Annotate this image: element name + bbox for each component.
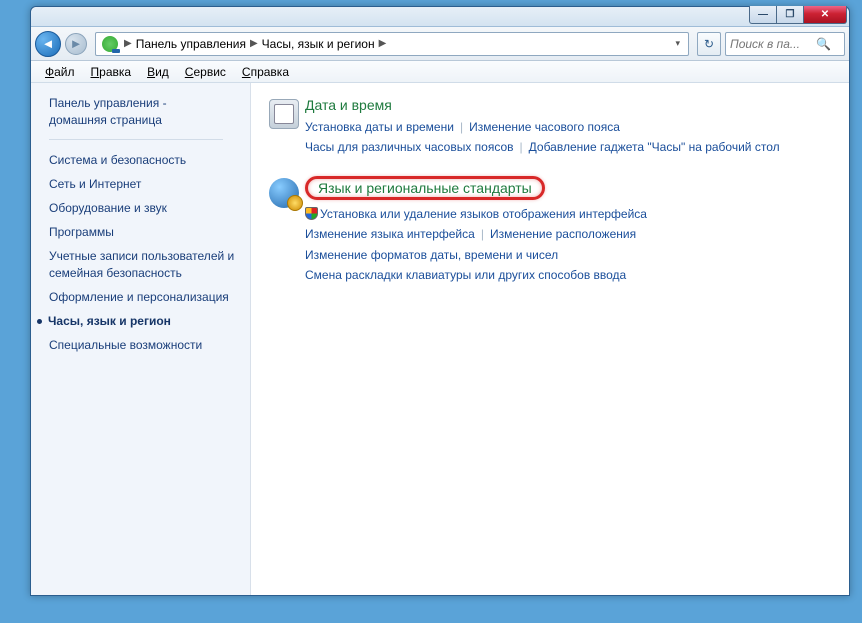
close-button[interactable]: ✕: [803, 6, 847, 24]
refresh-button[interactable]: ↻: [697, 32, 721, 56]
sidebar-item[interactable]: Специальные возможности: [49, 333, 244, 357]
sidebar-item[interactable]: Оформление и персонализация: [49, 285, 244, 309]
content-area: Дата и времяУстановка даты и времени|Изм…: [251, 83, 849, 595]
menu-file[interactable]: Файл: [37, 63, 83, 81]
category-section: Дата и время Установка даты и времени | Изм…: [269, 97, 831, 158]
task-link[interactable]: Часы для различных часовых поясов: [305, 140, 514, 154]
sidebar-item[interactable]: Программы: [49, 220, 244, 244]
breadcrumb-sep: ▶: [377, 38, 389, 49]
task-link[interactable]: Изменение форматов даты, времени и чисел: [305, 248, 558, 262]
sidebar-separator: [49, 139, 223, 140]
link-row: Часы для различных часовых поясов | Добавл…: [305, 137, 831, 157]
sidebar-item[interactable]: Сеть и Интернет: [49, 172, 244, 196]
nav-toolbar: ◄ ► ▶ Панель управления ▶ Часы, язык и р…: [31, 27, 849, 61]
window-buttons: — ❐ ✕: [750, 6, 847, 24]
address-bar[interactable]: ▶ Панель управления ▶ Часы, язык и регио…: [95, 32, 689, 56]
link-separator: |: [520, 140, 523, 154]
active-bullet-icon: [37, 319, 42, 324]
sidebar-item[interactable]: Оборудование и звук: [49, 196, 244, 220]
section-body: Дата и время Установка даты и времени | Изм…: [305, 97, 831, 158]
section-title[interactable]: Язык и региональные стандарты: [305, 176, 545, 200]
link-row: Изменение форматов даты, времени и чисел: [305, 245, 831, 265]
category-section: Язык и региональные стандарты Установка и…: [269, 176, 831, 286]
sidebar: Панель управления -домашняя страница Сис…: [31, 83, 251, 595]
sidebar-items: Система и безопасностьСеть и ИнтернетОбо…: [49, 148, 244, 358]
menu-edit[interactable]: Правка: [83, 63, 140, 81]
section-body: Язык и региональные стандарты Установка и…: [305, 176, 831, 286]
task-link[interactable]: Установка или удаление языков отображени…: [305, 207, 647, 221]
link-row: Изменение языка интерфейса | Изменение рас…: [305, 224, 831, 244]
breadcrumb-root[interactable]: Панель управления: [134, 37, 248, 51]
control-panel-window: — ❐ ✕ ◄ ► ▶ Панель управления ▶ Часы, яз…: [30, 6, 850, 596]
globe-icon: [269, 178, 299, 208]
section-icon-wrap: [269, 97, 305, 158]
task-link[interactable]: Установка даты и времени: [305, 120, 454, 134]
task-link[interactable]: Изменение языка интерфейса: [305, 227, 475, 241]
breadcrumb-sep: ▶: [122, 38, 134, 49]
uac-shield-icon: [305, 207, 318, 220]
control-panel-icon: [102, 36, 118, 52]
link-separator: |: [481, 227, 484, 241]
menu-bar: Файл Правка Вид Сервис Справка: [31, 61, 849, 83]
search-input[interactable]: [730, 37, 816, 51]
link-separator: |: [460, 120, 463, 134]
breadcrumb-current[interactable]: Часы, язык и регион: [260, 37, 377, 51]
search-box[interactable]: 🔍: [725, 32, 845, 56]
sidebar-item[interactable]: Учетные записи пользователей и семейная …: [49, 244, 244, 284]
link-row: Установка или удаление языков отображени…: [305, 204, 831, 224]
menu-help[interactable]: Справка: [234, 63, 297, 81]
link-row: Смена раскладки клавиатуры или других сп…: [305, 265, 831, 285]
section-icon-wrap: [269, 176, 305, 286]
search-icon: 🔍: [816, 37, 831, 51]
maximize-button[interactable]: ❐: [776, 6, 804, 24]
section-title[interactable]: Дата и время: [305, 97, 392, 113]
menu-view[interactable]: Вид: [139, 63, 177, 81]
task-link[interactable]: Смена раскладки клавиатуры или других сп…: [305, 268, 626, 282]
minimize-button[interactable]: —: [749, 6, 777, 24]
back-button[interactable]: ◄: [35, 31, 61, 57]
clock-icon: [269, 99, 299, 129]
body: Панель управления -домашняя страница Сис…: [31, 83, 849, 595]
task-link[interactable]: Изменение расположения: [490, 227, 636, 241]
task-link[interactable]: Изменение часового пояса: [469, 120, 620, 134]
task-link[interactable]: Добавление гаджета "Часы" на рабочий сто…: [529, 140, 780, 154]
breadcrumb-sep: ▶: [248, 38, 260, 49]
sidebar-home-link[interactable]: Панель управления -домашняя страница: [49, 95, 244, 129]
forward-button[interactable]: ►: [65, 33, 87, 55]
menu-tools[interactable]: Сервис: [177, 63, 234, 81]
link-row: Установка даты и времени | Изменение часов…: [305, 117, 831, 137]
sidebar-item[interactable]: Часы, язык и регион: [49, 309, 244, 333]
address-dropdown[interactable]: ▾: [669, 38, 686, 49]
titlebar[interactable]: — ❐ ✕: [31, 7, 849, 27]
sidebar-item[interactable]: Система и безопасность: [49, 148, 244, 172]
